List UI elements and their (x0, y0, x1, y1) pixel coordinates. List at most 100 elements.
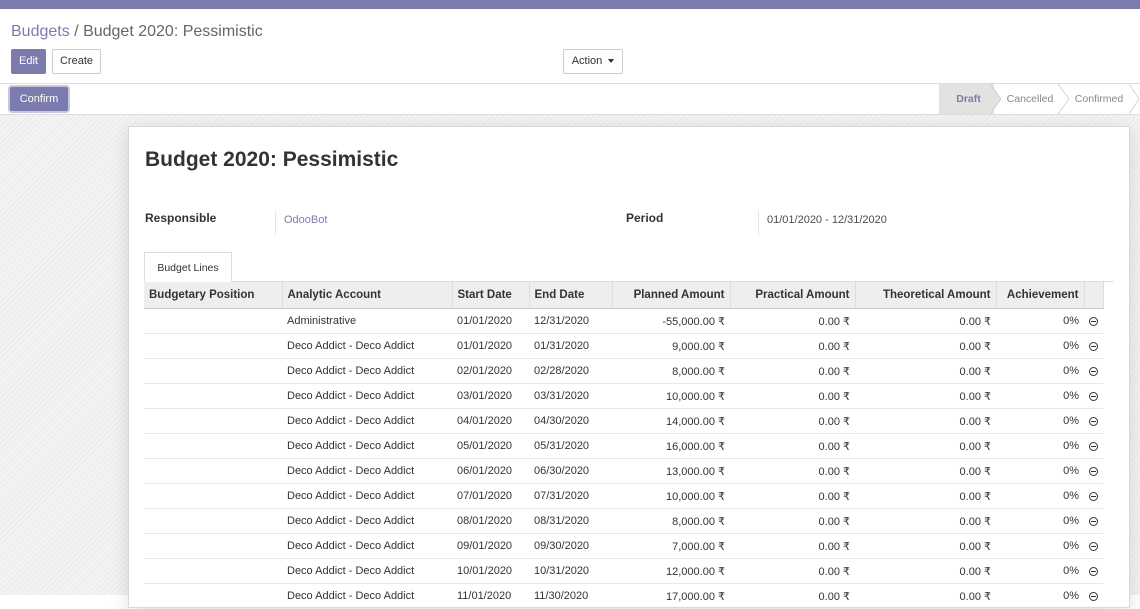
row-action-cell[interactable] (1084, 358, 1103, 384)
table-row[interactable]: Deco Addict - Deco Addict 07/01/2020 07/31… (144, 483, 1103, 509)
table-row[interactable]: Deco Addict - Deco Addict 03/01/2020 03/31… (144, 383, 1103, 409)
breadcrumb-current: Budget 2020: Pessimistic (83, 23, 263, 40)
achievement-cell: 0% (996, 433, 1084, 459)
practical-amount-cell: 0.00 ₹ (730, 508, 855, 534)
table-row[interactable]: Deco Addict - Deco Addict 02/01/2020 02/28… (144, 358, 1103, 384)
row-action-cell[interactable] (1084, 333, 1103, 359)
theoretical-amount-cell: 0.00 ₹ (855, 458, 996, 484)
budgetary-position-cell (144, 558, 282, 584)
minus-circle-icon[interactable] (1089, 416, 1098, 426)
analytic-account-cell[interactable]: Deco Addict - Deco Addict (282, 433, 452, 459)
analytic-account-cell[interactable]: Deco Addict - Deco Addict (282, 558, 452, 584)
practical-amount-cell: 0.00 ₹ (730, 533, 855, 559)
col-budgetary-position[interactable]: Budgetary Position (144, 282, 283, 309)
table-row[interactable]: Deco Addict - Deco Addict 04/01/2020 04/30… (144, 408, 1103, 434)
row-action-cell[interactable] (1084, 458, 1103, 484)
col-planned-amount[interactable]: Planned Amount (612, 282, 731, 309)
minus-circle-icon[interactable] (1089, 491, 1098, 501)
col-practical-amount[interactable]: Practical Amount (730, 282, 856, 309)
analytic-account-cell[interactable]: Deco Addict - Deco Addict (282, 333, 452, 359)
budgetary-position-cell (144, 508, 282, 534)
col-start-date[interactable]: Start Date (452, 282, 530, 309)
stage-cancelled[interactable]: Cancelled (999, 84, 1061, 114)
period-label: Period (626, 211, 664, 225)
minus-circle-icon[interactable] (1089, 316, 1098, 326)
row-action-cell[interactable] (1084, 408, 1103, 434)
minus-circle-icon[interactable] (1089, 541, 1098, 551)
analytic-account-cell[interactable]: Deco Addict - Deco Addict (282, 533, 452, 559)
analytic-account-cell[interactable]: Deco Addict - Deco Addict (282, 508, 452, 534)
start-date-cell: 03/01/2020 (452, 383, 529, 409)
table-row[interactable]: Deco Addict - Deco Addict 05/01/2020 05/31… (144, 433, 1103, 459)
analytic-account-cell[interactable]: Deco Addict - Deco Addict (282, 358, 452, 384)
end-date-cell: 09/30/2020 (529, 533, 612, 559)
analytic-account-cell[interactable]: Deco Addict - Deco Addict (282, 383, 452, 409)
confirm-button[interactable]: Confirm (10, 87, 68, 111)
row-action-cell[interactable] (1084, 558, 1103, 584)
col-analytic-account[interactable]: Analytic Account (282, 282, 453, 309)
breadcrumb-budgets-link[interactable]: Budgets (11, 23, 70, 40)
analytic-account-cell[interactable]: Deco Addict - Deco Addict (282, 458, 452, 484)
row-action-cell[interactable] (1084, 308, 1103, 334)
minus-circle-icon[interactable] (1089, 516, 1098, 526)
analytic-account-cell[interactable]: Deco Addict - Deco Addict (282, 483, 452, 509)
theoretical-amount-cell: 0.00 ₹ (855, 308, 996, 334)
minus-circle-icon[interactable] (1089, 441, 1098, 451)
col-theoretical-amount[interactable]: Theoretical Amount (855, 282, 997, 309)
practical-amount-cell: 0.00 ₹ (730, 383, 855, 409)
responsible-link[interactable]: OdooBot (284, 214, 327, 226)
budgetary-position-cell (144, 483, 282, 509)
theoretical-amount-cell: 0.00 ₹ (855, 508, 996, 534)
row-action-cell[interactable] (1084, 583, 1103, 609)
table-row[interactable]: Administrative 01/01/2020 12/31/2020 -55,00… (144, 308, 1103, 334)
stage-confirmed[interactable]: Confirmed (1068, 84, 1130, 114)
achievement-cell: 0% (996, 408, 1084, 434)
start-date-cell: 07/01/2020 (452, 483, 529, 509)
table-row[interactable]: Deco Addict - Deco Addict 01/01/2020 01/31… (144, 333, 1103, 359)
minus-circle-icon[interactable] (1089, 341, 1098, 351)
budgetary-position-cell (144, 383, 282, 409)
end-date-cell: 07/31/2020 (529, 483, 612, 509)
col-achievement[interactable]: Achievement (996, 282, 1085, 309)
responsible-field: OdooBot (275, 211, 327, 235)
minus-circle-icon[interactable] (1089, 391, 1098, 401)
action-dropdown[interactable]: Action (563, 49, 623, 74)
budgetary-position-cell (144, 458, 282, 484)
edit-button[interactable]: Edit (11, 49, 46, 74)
create-button[interactable]: Create (52, 49, 101, 74)
responsible-label: Responsible (145, 211, 217, 225)
minus-circle-icon[interactable] (1089, 566, 1098, 576)
table-row[interactable]: Deco Addict - Deco Addict 10/01/2020 10/31… (144, 558, 1103, 584)
breadcrumb: Budgets / Budget 2020: Pessimistic (11, 23, 263, 41)
start-date-cell: 01/01/2020 (452, 333, 529, 359)
table-row[interactable]: Deco Addict - Deco Addict 09/01/2020 09/30… (144, 533, 1103, 559)
minus-circle-icon[interactable] (1089, 591, 1098, 601)
row-action-cell[interactable] (1084, 533, 1103, 559)
achievement-cell: 0% (996, 483, 1084, 509)
theoretical-amount-cell: 0.00 ₹ (855, 333, 996, 359)
analytic-account-cell[interactable]: Deco Addict - Deco Addict (282, 408, 452, 434)
breadcrumb-separator: / (69, 23, 84, 40)
table-row[interactable]: Deco Addict - Deco Addict 11/01/2020 11/30… (144, 583, 1103, 609)
table-row[interactable]: Deco Addict - Deco Addict 06/01/2020 06/30… (144, 458, 1103, 484)
row-action-cell[interactable] (1084, 433, 1103, 459)
analytic-account-cell[interactable]: Deco Addict - Deco Addict (282, 583, 452, 609)
practical-amount-cell: 0.00 ₹ (730, 408, 855, 434)
planned-amount-cell: 7,000.00 ₹ (612, 533, 730, 559)
row-action-cell[interactable] (1084, 483, 1103, 509)
minus-circle-icon[interactable] (1089, 466, 1098, 476)
minus-circle-icon[interactable] (1089, 366, 1098, 376)
tab-budget-lines[interactable]: Budget Lines (144, 252, 232, 282)
action-dropdown-label: Action (571, 55, 603, 67)
analytic-account-cell[interactable]: Administrative (282, 308, 452, 334)
col-end-date[interactable]: End Date (529, 282, 613, 309)
start-date-cell: 08/01/2020 (452, 508, 529, 534)
planned-amount-cell: 12,000.00 ₹ (612, 558, 730, 584)
row-action-cell[interactable] (1084, 383, 1103, 409)
start-date-cell: 05/01/2020 (452, 433, 529, 459)
achievement-cell: 0% (996, 558, 1084, 584)
row-action-cell[interactable] (1084, 508, 1103, 534)
start-date-cell: 04/01/2020 (452, 408, 529, 434)
table-row[interactable]: Deco Addict - Deco Addict 08/01/2020 08/31… (144, 508, 1103, 534)
status-bar: Confirm Draft Cancelled Confirmed (0, 84, 1140, 115)
